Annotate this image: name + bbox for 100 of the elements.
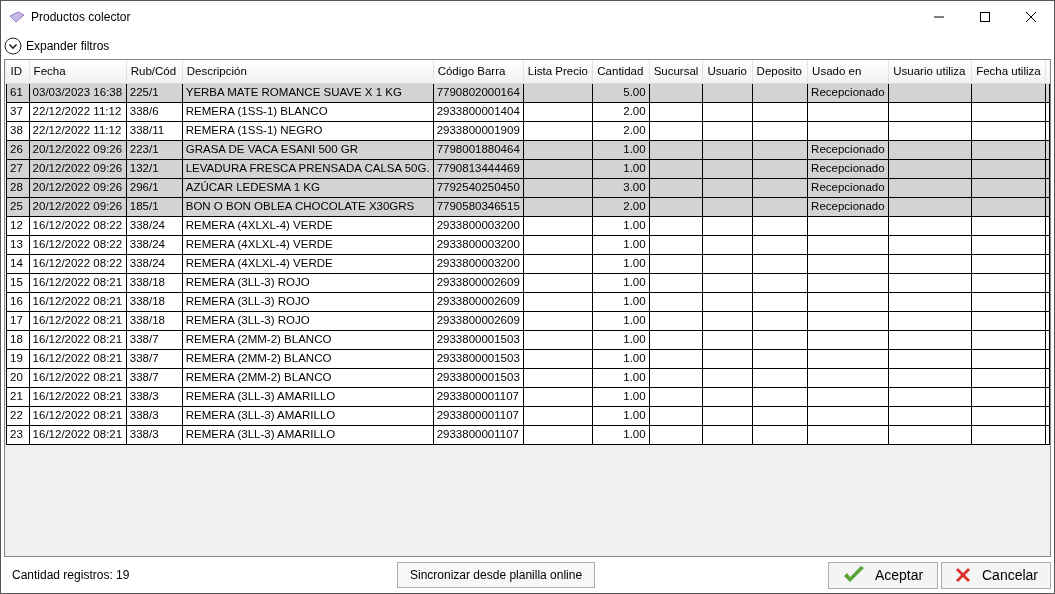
table-cell: 1.00: [623, 257, 646, 269]
table-cell: REMERA (1SS-1) NEGRO: [185, 124, 323, 136]
table-cell: 2933800001503: [436, 371, 520, 383]
app-icon: [9, 10, 25, 23]
window-title: Productos colector: [31, 8, 131, 26]
table-cell: REMERA (2MM-2) BLANCO: [185, 352, 332, 364]
table-cell: REMERA (1SS-1) BLANCO: [185, 105, 328, 117]
table-cell: 1.00: [623, 371, 646, 383]
column-header[interactable]: Código Barra: [433, 60, 524, 83]
table-cell: 7792540250450: [436, 181, 520, 193]
table-cell: 20/12/2022 09:26: [32, 143, 123, 155]
table-cell: 22: [10, 409, 23, 421]
accept-button[interactable]: Aceptar: [828, 561, 938, 589]
table-cell: 16/12/2022 08:21: [32, 428, 123, 440]
table-cell: 1.00: [623, 428, 646, 440]
table-cell: 1.00: [623, 409, 646, 421]
table-cell: 16/12/2022 08:21: [32, 390, 123, 402]
table-cell: 2933800001503: [436, 352, 520, 364]
table-cell: 225/1: [129, 86, 159, 98]
maximize-icon: [980, 11, 990, 22]
table-cell: 2933800003200: [436, 238, 520, 250]
column-header[interactable]: Fecha: [29, 60, 127, 83]
table-cell: 1.00: [623, 352, 646, 364]
table-cell: 338/11: [129, 124, 165, 136]
table-cell: 20/12/2022 09:26: [32, 200, 123, 212]
table-cell: 23: [10, 428, 23, 440]
table-cell: Recepcionado: [811, 162, 885, 174]
table-cell: 16/12/2022 08:21: [32, 314, 123, 326]
column-header[interactable]: Cantidad: [592, 60, 650, 83]
table-cell: REMERA (3LL-3) AMARILLO: [185, 428, 336, 440]
table-cell: 338/7: [129, 333, 159, 345]
table-cell: 1.00: [623, 219, 646, 231]
table-cell: 185/1: [129, 200, 159, 212]
table-cell: 16/12/2022 08:21: [32, 352, 123, 364]
table-cell: 338/7: [129, 371, 159, 383]
table-cell: 1.00: [623, 390, 646, 402]
checkmark-icon: [842, 566, 865, 584]
column-header[interactable]: Descripción: [182, 60, 434, 83]
table-cell: 2933800002609: [436, 295, 520, 307]
table-cell: 17: [10, 314, 23, 326]
table-cell: 16/12/2022 08:21: [32, 409, 123, 421]
table-cell: 2933800001107: [436, 390, 519, 402]
table-cell: Recepcionado: [811, 86, 885, 98]
column-header[interactable]: Usado en: [807, 60, 889, 83]
table-cell: REMERA (4XLXL-4) VERDE: [185, 238, 333, 250]
column-header[interactable]: Rub/Cód: [126, 60, 183, 83]
table-cell: BON O BON OBLEA CHOCOLATE X30GRS: [185, 200, 415, 212]
table-cell: 2.00: [623, 105, 646, 117]
table-cell: 27: [10, 162, 23, 174]
table-cell: 26: [10, 143, 23, 155]
table-cell: 7798001880464: [436, 143, 520, 155]
expand-filters-toggle[interactable]: Expander filtros: [4, 36, 110, 55]
table-cell: 1.00: [623, 276, 646, 288]
table-cell: 37: [10, 105, 23, 117]
table-cell: LEVADURA FRESCA PRENSADA CALSA 50G.: [185, 162, 430, 174]
table-cell: 22/12/2022 11:12: [32, 105, 122, 117]
column-header[interactable]: Usuario: [702, 60, 753, 83]
column-header[interactable]: ID: [6, 60, 30, 83]
table-cell: 16/12/2022 08:22: [32, 257, 123, 269]
table-cell: REMERA (3LL-3) ROJO: [185, 314, 310, 326]
sync-button[interactable]: Sincronizar desde planilla online: [397, 562, 596, 588]
column-header[interactable]: Deposito: [752, 60, 808, 83]
table-cell: 338/3: [129, 428, 159, 440]
table-cell: Recepcionado: [811, 143, 885, 155]
table-cell: 338/6: [129, 105, 159, 117]
chevron-down-icon: [4, 36, 22, 55]
table-cell: 20/12/2022 09:26: [32, 181, 123, 193]
table-cell: REMERA (4XLXL-4) VERDE: [185, 257, 333, 269]
table-cell: 338/18: [129, 276, 165, 288]
table-cell: 338/18: [129, 295, 165, 307]
table-cell: 296/1: [129, 181, 159, 193]
table-cell: 2933800001107: [436, 409, 519, 421]
table-cell: 38: [10, 124, 23, 136]
table-cell: 2933800003200: [436, 257, 520, 269]
table-cell: REMERA (3LL-3) ROJO: [185, 276, 310, 288]
table-cell: 2.00: [623, 124, 646, 136]
table-cell: 16: [10, 295, 23, 307]
column-header[interactable]: Fecha utiliza: [971, 60, 1046, 83]
table-cell: 1.00: [623, 333, 646, 345]
table-cell: 2933800001909: [436, 124, 520, 136]
table-cell: 16/12/2022 08:22: [32, 219, 123, 231]
table-cell: 1.00: [623, 314, 646, 326]
table-cell: 223/1: [129, 143, 159, 155]
table-cell: 338/24: [129, 257, 165, 269]
column-header[interactable]: Sucursal: [649, 60, 703, 83]
close-icon: [1026, 11, 1036, 22]
table-cell: REMERA (2MM-2) BLANCO: [185, 371, 332, 383]
table-cell: 7790580346515: [436, 200, 520, 212]
table-cell: 338/3: [129, 390, 159, 402]
column-header[interactable]: Lista Precio: [523, 60, 593, 83]
table-cell: 1.00: [623, 143, 646, 155]
table-cell: 21: [10, 390, 23, 402]
table-cell: 16/12/2022 08:21: [32, 295, 123, 307]
table-cell: REMERA (2MM-2) BLANCO: [185, 333, 332, 345]
table-cell: 2933800001404: [436, 105, 520, 117]
table-cell: AZÚCAR LEDESMA 1 KG: [185, 181, 320, 193]
table-cell: 25: [10, 200, 23, 212]
column-header[interactable]: Usuario utiliza: [888, 60, 972, 83]
table-cell: 20: [10, 371, 23, 383]
cancel-button[interactable]: Cancelar: [941, 561, 1051, 589]
